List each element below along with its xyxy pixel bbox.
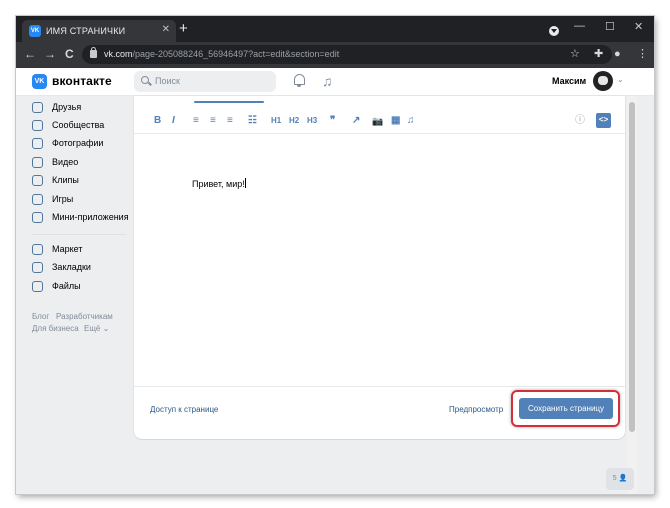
- footer-developers-link[interactable]: Разработчикам: [56, 312, 113, 321]
- star-icon[interactable]: ☆: [570, 47, 580, 61]
- link-icon[interactable]: ↗: [352, 114, 360, 128]
- mini-apps-icon: [32, 212, 43, 223]
- reload-button[interactable]: C: [65, 47, 74, 61]
- footer-business-link[interactable]: Для бизнеса: [32, 324, 79, 333]
- audio-icon[interactable]: ♫: [407, 114, 415, 128]
- sidebar-divider: [32, 234, 126, 235]
- text-caret: [244, 178, 246, 188]
- avatar[interactable]: [593, 71, 613, 91]
- align-left-icon[interactable]: ≡: [193, 114, 199, 128]
- active-tab-indicator: [194, 101, 264, 103]
- align-right-icon[interactable]: ≡: [227, 114, 233, 128]
- vk-logo-icon[interactable]: VK: [32, 74, 47, 89]
- address-bar-row: ← → C vk.com/page-205088246_56946497?act…: [16, 42, 654, 68]
- chevron-down-icon[interactable]: ⌄: [617, 75, 624, 84]
- photos-icon: [32, 138, 43, 149]
- italic-icon[interactable]: I: [172, 114, 175, 128]
- friends-icon: [32, 102, 43, 113]
- sidebar-item-label: Маркет: [52, 244, 83, 254]
- sidebar-item-label: Файлы: [52, 281, 81, 291]
- tab-bar: VK ИМЯ СТРАНИЧКИ ✕ + — ☐ ✕: [16, 16, 654, 42]
- sidebar-item-label: Видео: [52, 157, 79, 167]
- url-field[interactable]: vk.com/page-205088246_56946497?act=edit&…: [82, 45, 612, 64]
- heading1-icon[interactable]: H1: [271, 114, 281, 128]
- video-icon[interactable]: ▦: [391, 114, 400, 128]
- forward-button[interactable]: →: [44, 47, 56, 61]
- editor-area[interactable]: Привет, мир!: [192, 178, 246, 189]
- editor-content: Привет, мир!: [192, 179, 245, 189]
- browser-tab[interactable]: VK ИМЯ СТРАНИЧКИ ✕: [22, 20, 176, 42]
- info-icon[interactable]: ⓘ: [575, 114, 585, 128]
- minimize-button[interactable]: —: [574, 20, 585, 32]
- files-icon: [32, 281, 43, 292]
- sidebar-item-label: Друзья: [52, 102, 82, 112]
- heading3-icon[interactable]: H3: [307, 114, 317, 128]
- profile-icon[interactable]: ●: [614, 47, 621, 61]
- bell-icon[interactable]: [294, 74, 305, 87]
- align-center-icon[interactable]: ≡: [210, 114, 216, 128]
- sidebar-item-label: Сообщества: [52, 120, 105, 130]
- profile-dot-icon[interactable]: [549, 26, 559, 36]
- vk-header: VK вконтакте Поиск ♫ Максим ⌄: [16, 68, 654, 96]
- search-placeholder: Поиск: [155, 76, 180, 86]
- back-button[interactable]: ←: [24, 47, 36, 61]
- sidebar: Друзья Сообщества Фотографии Видео Клипы…: [16, 96, 134, 494]
- clips-icon: [32, 175, 43, 186]
- footer-more-link[interactable]: Ещё ⌄: [84, 324, 109, 333]
- sidebar-item-label: Мини-приложения: [52, 212, 129, 222]
- maximize-button[interactable]: ☐: [605, 20, 615, 33]
- market-icon: [32, 244, 43, 255]
- save-page-button[interactable]: Сохранить страницу: [519, 398, 613, 419]
- new-tab-button[interactable]: +: [179, 21, 188, 36]
- camera-icon[interactable]: 📷: [372, 114, 383, 128]
- search-icon: [141, 76, 149, 84]
- chat-badge[interactable]: 5 👤: [606, 468, 634, 490]
- footer-blog-link[interactable]: Блог: [32, 312, 49, 321]
- search-input[interactable]: Поиск: [134, 71, 276, 92]
- sidebar-item-label: Закладки: [52, 262, 91, 272]
- tab-close-icon[interactable]: ✕: [162, 24, 170, 35]
- lock-icon[interactable]: [90, 47, 97, 58]
- vk-logo-text[interactable]: вконтакте: [52, 74, 112, 88]
- sidebar-item-label: Клипы: [52, 175, 79, 185]
- user-name[interactable]: Максим: [552, 76, 586, 86]
- preview-link[interactable]: Предпросмотр: [449, 405, 503, 414]
- heading2-icon[interactable]: H2: [289, 114, 299, 128]
- editor-toolbar: B I ≡ ≡ ≡ ☷ H1 H2 H3 ❞ ↗ 📷 ▦ ♫ ⓘ <>: [134, 108, 625, 134]
- games-icon: [32, 194, 43, 205]
- list-icon[interactable]: ☷: [248, 114, 257, 128]
- tab-title: ИМЯ СТРАНИЧКИ: [46, 26, 126, 36]
- menu-icon[interactable]: ⋮: [637, 47, 648, 61]
- scrollbar-thumb[interactable]: [629, 102, 635, 432]
- quote-icon[interactable]: ❞: [330, 114, 335, 128]
- page-access-link[interactable]: Доступ к странице: [150, 405, 218, 414]
- bold-icon[interactable]: B: [154, 114, 161, 128]
- browser-window: VK ИМЯ СТРАНИЧКИ ✕ + — ☐ ✕ ← → C vk.com/…: [16, 16, 654, 494]
- window-close-button[interactable]: ✕: [634, 20, 643, 33]
- music-icon[interactable]: ♫: [322, 72, 333, 90]
- code-view-icon[interactable]: <>: [596, 113, 611, 128]
- page-scrollbar[interactable]: [627, 96, 637, 494]
- editor-footer: Доступ к странице Предпросмотр Сохранить…: [134, 386, 625, 439]
- page-editor-card: B I ≡ ≡ ≡ ☷ H1 H2 H3 ❞ ↗ 📷 ▦ ♫ ⓘ <> Прив…: [134, 96, 625, 439]
- vk-favicon-icon: VK: [29, 25, 41, 37]
- communities-icon: [32, 120, 43, 131]
- url-text: vk.com/page-205088246_56946497?act=edit&…: [104, 49, 340, 59]
- video-icon: [32, 157, 43, 168]
- bookmarks-icon: [32, 262, 43, 273]
- sidebar-item-label: Игры: [52, 194, 74, 204]
- sidebar-item-label: Фотографии: [52, 138, 104, 148]
- extensions-icon[interactable]: ✚: [594, 47, 603, 61]
